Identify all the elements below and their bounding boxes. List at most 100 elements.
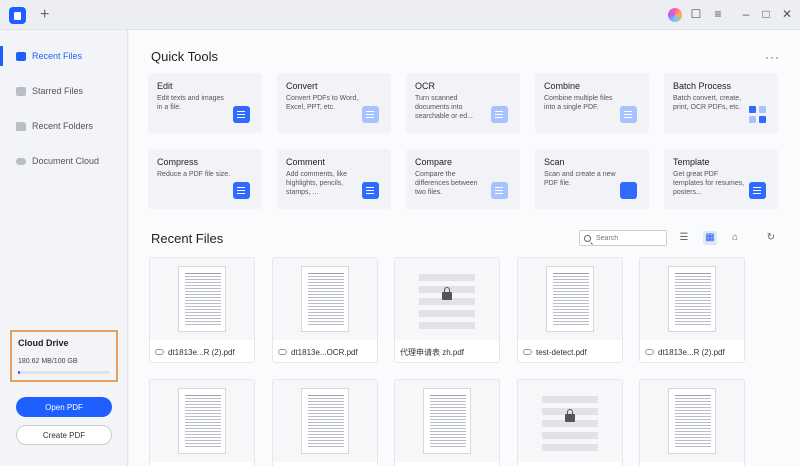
- compress-icon: [233, 182, 250, 199]
- file-thumbnail: [273, 258, 377, 340]
- file-card[interactable]: [149, 379, 255, 466]
- tool-desc: Compare the differences between two file…: [415, 171, 478, 196]
- file-thumbnail: [150, 258, 254, 340]
- tool-card-edit[interactable]: Edit Edit texts and images in a file.: [148, 73, 262, 133]
- app-logo-icon[interactable]: [9, 7, 26, 24]
- sidebar-item-starred-files[interactable]: Starred Files: [0, 77, 128, 105]
- sidebar-item-label: Recent Files: [32, 51, 83, 61]
- tool-title: Batch Process: [673, 81, 732, 91]
- cloud-icon: [278, 349, 287, 355]
- tool-desc: Add comments, like highlights, pencils, …: [286, 171, 348, 196]
- file-thumbnail: [640, 380, 744, 462]
- tool-desc: Get great PDF templates for resumes, pos…: [673, 171, 745, 196]
- search-icon: [584, 234, 591, 242]
- open-pdf-button[interactable]: Open PDF: [16, 397, 112, 417]
- edit-icon: [233, 106, 250, 123]
- refresh-icon[interactable]: ↻: [764, 231, 778, 245]
- tool-card-template[interactable]: Template Get great PDF templates for res…: [664, 149, 778, 209]
- tool-desc: Turn scanned documents into searchable o…: [415, 95, 473, 120]
- tool-card-combine[interactable]: Combine Combine multiple files into a si…: [535, 73, 649, 133]
- sidebar-item-label: Recent Folders: [32, 121, 94, 131]
- sidebar: Recent Files Starred Files Recent Folder…: [0, 30, 128, 466]
- user-avatar[interactable]: [668, 8, 682, 22]
- recent-files-title: Recent Files: [151, 231, 224, 246]
- tool-card-ocr[interactable]: OCR Turn scanned documents into searchab…: [406, 73, 520, 133]
- file-name: dt1813e...R (2).pdf: [168, 347, 235, 357]
- tool-title: Comment: [286, 157, 326, 167]
- combine-icon: [620, 106, 637, 123]
- cloud-usage-bar: [18, 371, 110, 374]
- file-thumbnail: [518, 258, 622, 340]
- tool-title: Convert: [286, 81, 318, 91]
- file-card[interactable]: dt1813e...R (2).pdf: [639, 257, 745, 363]
- template-icon: [749, 182, 766, 199]
- file-card[interactable]: [639, 379, 745, 466]
- tool-desc: Convert PDFs to Word, Excel, PPT, etc.: [286, 95, 359, 111]
- sidebar-item-recent-files[interactable]: Recent Files: [0, 42, 128, 70]
- file-card[interactable]: dt1813e...R (2).pdf: [149, 257, 255, 363]
- cloud-icon: [645, 349, 654, 355]
- tool-title: Compress: [157, 157, 199, 167]
- cloud-drive-title: Cloud Drive: [18, 338, 69, 348]
- delete-icon[interactable]: ⌂: [728, 231, 742, 245]
- file-thumbnail: [150, 380, 254, 462]
- batch-process-icon: [749, 106, 766, 123]
- feedback-icon[interactable]: ☐: [688, 6, 704, 22]
- close-icon[interactable]: ✕: [779, 6, 795, 22]
- tool-card-comment[interactable]: Comment Add comments, like highlights, p…: [277, 149, 391, 209]
- cloud-drive-panel[interactable]: Cloud Drive 180.62 MB/100 GB: [10, 330, 118, 382]
- tool-desc: Combine multiple files into a single PDF…: [544, 95, 613, 111]
- tool-desc: Batch convert, create, print, OCR PDFs, …: [673, 95, 742, 111]
- tool-card-compress[interactable]: Compress Reduce a PDF file size.: [148, 149, 262, 209]
- file-card[interactable]: [394, 379, 500, 466]
- main-content: Quick Tools ··· Edit Edit texts and imag…: [129, 30, 800, 466]
- file-thumbnail: [273, 380, 377, 462]
- sidebar-item-label: Starred Files: [32, 86, 84, 96]
- folder-icon: [16, 121, 26, 131]
- recent-files-icon: [16, 51, 26, 61]
- tool-title: Combine: [544, 81, 581, 91]
- sidebar-item-document-cloud[interactable]: Document Cloud: [0, 147, 128, 175]
- tool-title: Edit: [157, 81, 173, 91]
- file-thumbnail: [395, 258, 499, 340]
- file-name: dt1813e...OCR.pdf: [291, 347, 358, 357]
- sidebar-item-recent-folders[interactable]: Recent Folders: [0, 112, 128, 140]
- sidebar-item-label: Document Cloud: [32, 156, 100, 166]
- tool-card-scan[interactable]: Scan Scan and create a new PDF file.: [535, 149, 649, 209]
- quick-tools-title: Quick Tools: [151, 49, 218, 64]
- lock-icon: [442, 287, 452, 300]
- file-name: test-detect.pdf: [536, 347, 587, 357]
- menu-icon[interactable]: ≡: [710, 6, 726, 22]
- tool-card-compare[interactable]: Compare Compare the differences between …: [406, 149, 520, 209]
- file-card[interactable]: [517, 379, 623, 466]
- tool-desc: Reduce a PDF file size.: [157, 171, 231, 178]
- cloud-icon: [155, 349, 164, 355]
- list-view-icon[interactable]: ☰: [677, 231, 691, 245]
- compare-icon: [491, 182, 508, 199]
- cloud-icon: [16, 157, 26, 165]
- create-pdf-button[interactable]: Create PDF: [16, 425, 112, 445]
- file-card[interactable]: test-detect.pdf: [517, 257, 623, 363]
- tool-desc: Edit texts and images in a file.: [157, 95, 224, 111]
- tool-card-batch-process[interactable]: Batch Process Batch convert, create, pri…: [664, 73, 778, 133]
- cloud-usage-bar-fill: [18, 371, 20, 374]
- more-options-icon[interactable]: ···: [765, 50, 780, 64]
- tool-title: Template: [673, 157, 710, 167]
- title-bar: + ☐ ≡ – □ ✕: [0, 0, 800, 30]
- file-card[interactable]: 代理申请表 zh.pdf: [394, 257, 500, 363]
- search-box[interactable]: [579, 230, 667, 246]
- cloud-drive-usage: 180.62 MB/100 GB: [18, 358, 78, 365]
- file-card[interactable]: [272, 379, 378, 466]
- convert-icon: [362, 106, 379, 123]
- tool-title: Compare: [415, 157, 453, 167]
- new-tab-button[interactable]: +: [40, 6, 49, 24]
- star-icon: [16, 86, 26, 96]
- maximize-icon[interactable]: □: [758, 6, 774, 22]
- minimize-icon[interactable]: –: [738, 6, 754, 22]
- search-input[interactable]: [596, 234, 666, 242]
- grid-view-icon[interactable]: ▦: [703, 231, 717, 245]
- file-card[interactable]: dt1813e...OCR.pdf: [272, 257, 378, 363]
- tool-title: Scan: [544, 157, 565, 167]
- tool-card-convert[interactable]: Convert Convert PDFs to Word, Excel, PPT…: [277, 73, 391, 133]
- file-thumbnail: [518, 380, 622, 462]
